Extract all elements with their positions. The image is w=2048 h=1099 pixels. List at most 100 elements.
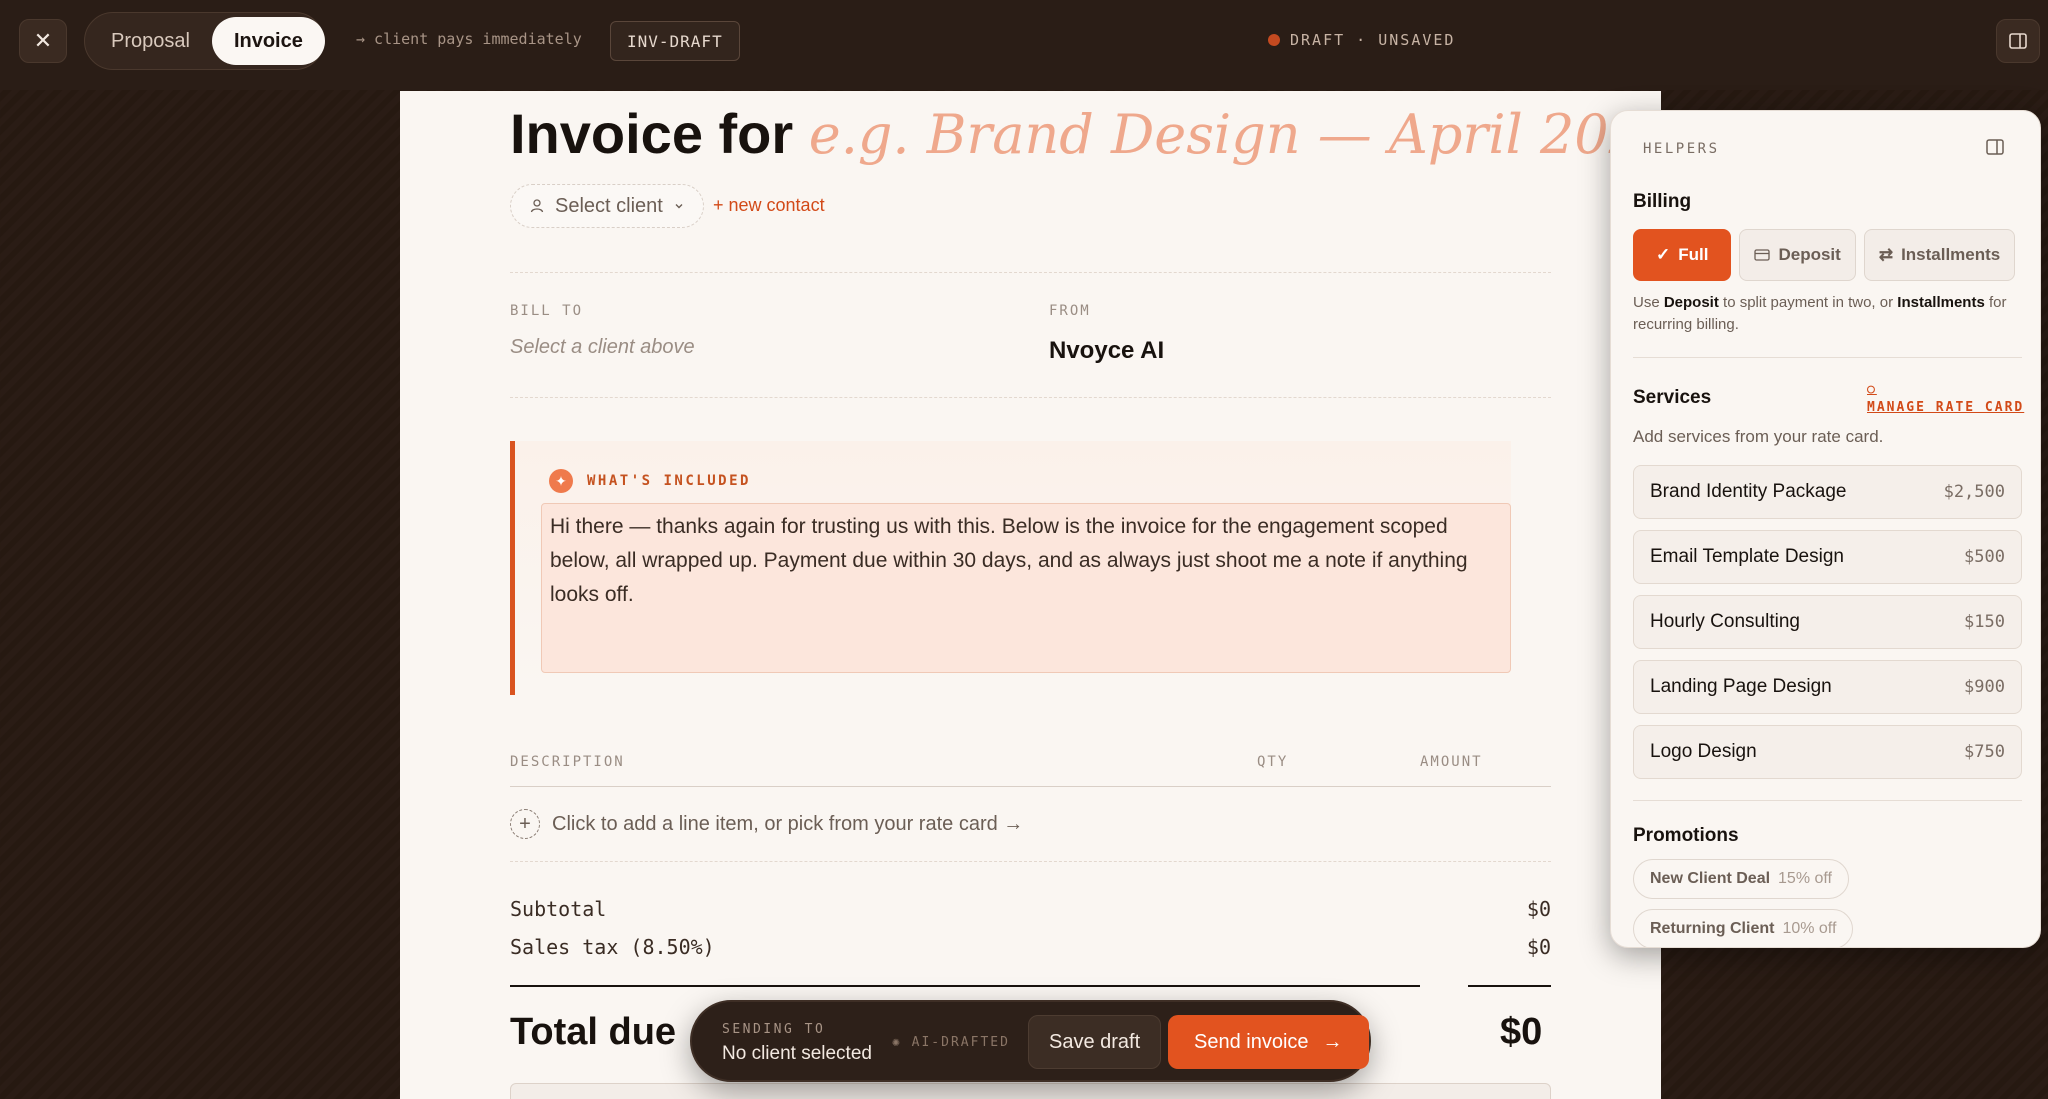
total-due-label: Total due <box>510 1011 677 1053</box>
ai-drafted-label: AI-DRAFTED <box>911 1035 1010 1050</box>
title-prefix: Invoice for <box>510 102 794 165</box>
total-rule <box>510 985 1551 987</box>
service-item[interactable]: Brand Identity Package $2,500 <box>1633 465 2022 519</box>
service-item[interactable]: Hourly Consulting $150 <box>1633 595 2022 649</box>
bill-to-value: Select a client above <box>510 336 695 358</box>
billing-deposit-button[interactable]: Deposit <box>1739 229 1856 281</box>
service-price: $900 <box>1964 677 2005 697</box>
service-price: $150 <box>1964 612 2005 632</box>
service-name: Landing Page Design <box>1650 676 1832 697</box>
invoice-title[interactable]: Invoice for e.g. Brand Design — April 20… <box>510 101 1677 166</box>
promotions-list: New Client Deal 15% off Returning Client… <box>1633 859 2033 947</box>
tax-row: Sales tax (8.50%) $0 <box>510 935 1551 959</box>
service-item[interactable]: Landing Page Design $900 <box>1633 660 2022 714</box>
notes-field[interactable] <box>510 1083 1551 1099</box>
mode-toggle: Proposal Invoice <box>84 12 325 70</box>
billing-deposit-label: Deposit <box>1778 245 1841 264</box>
service-name: Brand Identity Package <box>1650 481 1847 502</box>
services-list: Brand Identity Package $2,500 Email Temp… <box>1633 465 2022 790</box>
promo-name: New Client Deal <box>1650 870 1771 887</box>
sparkle-icon: ✦ <box>549 469 573 493</box>
select-client-dropdown[interactable]: Select client <box>510 184 704 228</box>
chevron-down-icon <box>675 204 683 209</box>
total-due-value: $0 <box>1500 1011 1543 1053</box>
invoice-id-badge: INV-DRAFT <box>610 21 740 61</box>
add-line-item-label: Click to add a line item, or pick from y… <box>552 812 1024 835</box>
service-item[interactable]: Email Template Design $500 <box>1633 530 2022 584</box>
plus-circle-icon: + <box>510 809 540 839</box>
intro-message-textarea[interactable]: Hi there — thanks again for trusting us … <box>541 503 1511 673</box>
billing-title: Billing <box>1633 191 1692 212</box>
invoice-document: Invoice for e.g. Brand Design — April 20… <box>400 91 1677 1099</box>
service-price: $750 <box>1964 742 2005 762</box>
close-icon: ✕ <box>33 28 53 53</box>
tab-invoice[interactable]: Invoice <box>211 17 325 65</box>
service-price: $500 <box>1964 547 2005 567</box>
tax-label: Sales tax (8.50%) <box>510 935 715 959</box>
draft-status-text: DRAFT · UNSAVED <box>1290 31 1456 49</box>
service-name: Hourly Consulting <box>1650 611 1800 632</box>
promo-chip[interactable]: New Client Deal 15% off <box>1633 859 1849 899</box>
new-contact-link[interactable]: + new contact <box>713 195 825 216</box>
services-subtitle: Add services from your rate card. <box>1633 427 1884 446</box>
arrow-right-icon: → <box>1322 1030 1343 1053</box>
column-description: DESCRIPTION <box>510 754 625 770</box>
service-name: Email Template Design <box>1650 546 1844 567</box>
tab-proposal[interactable]: Proposal <box>89 17 212 65</box>
billing-options: ✓ Full Deposit ⇄ Installments <box>1633 229 2016 281</box>
send-invoice-button[interactable]: Send invoice → <box>1168 1015 1369 1069</box>
rate-card-icon: ○ <box>1867 382 1877 397</box>
promotions-title: Promotions <box>1633 825 1739 846</box>
whats-included-header: ✦ WHAT'S INCLUDED <box>549 469 751 493</box>
service-name: Logo Design <box>1650 741 1757 762</box>
divider <box>1633 357 2022 358</box>
title-placeholder: e.g. Brand Design — April 2026 <box>808 103 1678 166</box>
service-item[interactable]: Logo Design $750 <box>1633 725 2022 779</box>
sending-to-client: No client selected <box>722 1043 872 1064</box>
billing-full-button[interactable]: ✓ Full <box>1633 229 1732 281</box>
from-value: Nvoyce AI <box>1049 337 1165 364</box>
send-bar: SENDING TO No client selected ✺ AI-DRAFT… <box>690 1000 1371 1082</box>
ai-drafted-badge: ✺ AI-DRAFTED <box>892 1035 1010 1050</box>
promo-discount: 15% off <box>1778 870 1832 887</box>
save-draft-button[interactable]: Save draft <box>1028 1015 1162 1069</box>
promo-discount: 10% off <box>1782 920 1837 937</box>
promo-chip[interactable]: Returning Client 10% off <box>1633 909 1854 947</box>
send-invoice-label: Send invoice <box>1194 1030 1309 1053</box>
add-line-item-button[interactable]: + Click to add a line item, or pick from… <box>510 809 1023 839</box>
status-dot-icon <box>1268 34 1280 46</box>
divider <box>510 272 1551 273</box>
subtotal-label: Subtotal <box>510 897 607 921</box>
manage-rate-card-label: MANAGE RATE CARD <box>1867 400 2025 415</box>
sidebar-panel-icon <box>2009 33 2027 49</box>
billing-installments-label: Installments <box>1901 245 2001 264</box>
collapse-panel-button[interactable] <box>1985 137 2005 162</box>
service-price: $2,500 <box>1943 482 2005 502</box>
manage-rate-card-link[interactable]: ○ MANAGE RATE CARD <box>1867 381 2024 417</box>
user-icon <box>530 199 544 213</box>
whats-included-title: WHAT'S INCLUDED <box>587 473 751 489</box>
divider <box>510 397 1551 398</box>
sparkle-icon: ✺ <box>892 1035 902 1050</box>
from-label: FROM <box>1049 303 1091 319</box>
top-bar: ✕ Proposal Invoice → client pays immedia… <box>0 0 2048 90</box>
billing-installments-button[interactable]: ⇄ Installments <box>1863 229 2016 281</box>
divider <box>1633 800 2022 801</box>
select-client-label: Select client <box>555 194 663 217</box>
close-button[interactable]: ✕ <box>19 19 67 63</box>
panel-toggle-button[interactable] <box>1996 19 2040 63</box>
payment-note: → client pays immediately <box>356 30 582 48</box>
divider <box>510 861 1551 862</box>
check-icon: ✓ <box>1656 245 1671 264</box>
column-qty: QTY <box>1257 754 1289 770</box>
whats-included-section: ✦ WHAT'S INCLUDED Hi there — thanks agai… <box>510 441 1511 695</box>
bill-to-label: BILL TO <box>510 303 584 319</box>
promo-name: Returning Client <box>1650 920 1775 937</box>
tax-value: $0 <box>1526 935 1551 959</box>
sending-to-label: SENDING TO <box>722 1022 826 1037</box>
repeat-icon: ⇄ <box>1878 245 1894 264</box>
column-amount: AMOUNT <box>1420 754 1483 770</box>
billing-help-text: Use Deposit to split payment in two, or … <box>1633 294 2007 333</box>
billing-full-label: Full <box>1678 245 1709 264</box>
helpers-title: HELPERS <box>1643 141 1720 157</box>
